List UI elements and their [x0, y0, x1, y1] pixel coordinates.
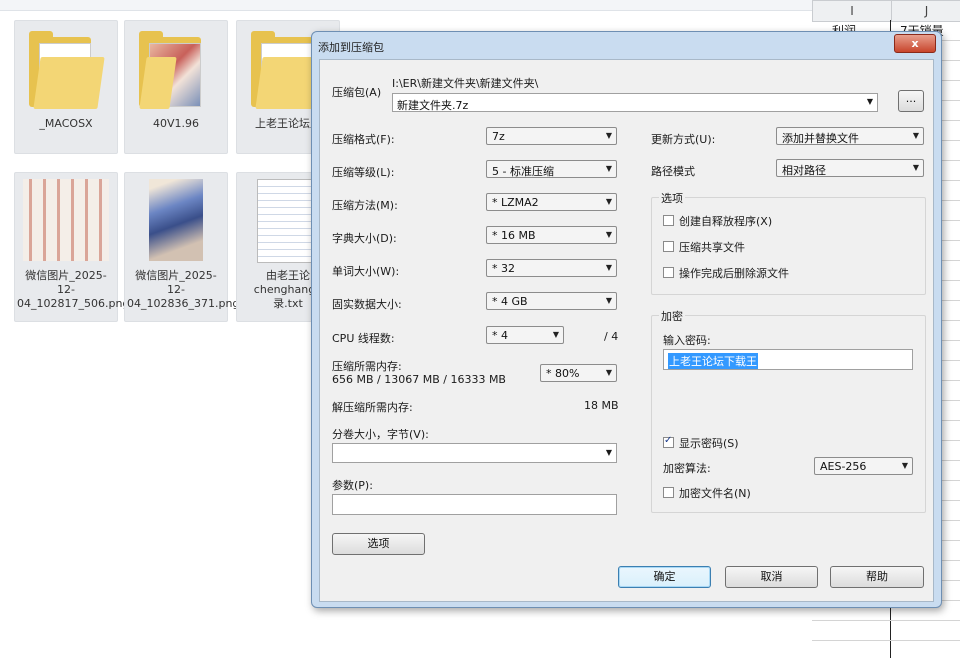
dictionary-label: 字典大小(D):: [332, 232, 397, 245]
encryption-group-title: 加密: [659, 308, 685, 324]
file-name: _MACOSX: [39, 117, 93, 130]
column-header-i[interactable]: I: [812, 0, 892, 22]
file-tile[interactable]: 微信图片_2025-12-04_102817_506.png: [14, 172, 130, 322]
explorer-top-strip: [0, 0, 812, 11]
file-name: 40V1.96: [152, 117, 199, 130]
add-to-archive-dialog: 添加到压缩包 x 压缩包(A) I:\ER\新建文件夹\新建文件夹\ 新建文件夹…: [311, 31, 942, 608]
update-mode-label: 更新方式(U):: [651, 133, 716, 146]
path-mode-label: 路径模式: [651, 165, 695, 178]
file-name: 微信图片_2025-12-04_102817_506.png: [17, 269, 130, 310]
column-header-j[interactable]: J: [891, 0, 960, 22]
cpu-value: * 4: [492, 329, 508, 342]
decompress-memory-label: 解压缩所需内存:: [332, 401, 413, 414]
close-button[interactable]: x: [894, 34, 936, 53]
update-mode-value: 添加并替换文件: [782, 132, 859, 145]
delete-source-checkbox[interactable]: [663, 267, 674, 278]
show-password-label[interactable]: 显示密码(S): [679, 435, 739, 451]
level-label: 压缩等级(L):: [332, 166, 395, 179]
encrypt-names-label[interactable]: 加密文件名(N): [679, 485, 751, 501]
format-select[interactable]: 7z ▼: [486, 127, 617, 145]
dialog-body: 压缩包(A) I:\ER\新建文件夹\新建文件夹\ 新建文件夹.7z ▼ ...…: [319, 59, 934, 602]
archive-name-value: 新建文件夹.7z: [397, 99, 469, 112]
path-mode-value: 相对路径: [782, 164, 826, 177]
file-name: 微信图片_2025-12-04_102836_371.png: [127, 269, 240, 310]
delete-source-label[interactable]: 操作完成后删除源文件: [679, 265, 789, 281]
split-size-input[interactable]: ▼: [332, 443, 617, 463]
path-mode-select[interactable]: 相对路径 ▼: [776, 159, 924, 177]
password-label: 输入密码:: [663, 334, 711, 347]
image-thumbnail-icon: [23, 179, 109, 261]
level-select[interactable]: 5 - 标准压缩 ▼: [486, 160, 617, 178]
chevron-down-icon: ▼: [605, 131, 612, 140]
help-button[interactable]: 帮助: [830, 566, 924, 588]
chevron-down-icon: ▼: [901, 461, 908, 470]
decompress-memory-value: 18 MB: [584, 399, 619, 412]
solid-size-select[interactable]: * 4 GB ▼: [486, 292, 617, 310]
memory-label: 压缩所需内存:: [332, 360, 402, 373]
format-value: 7z: [492, 130, 505, 143]
method-label: 压缩方法(M):: [332, 199, 398, 212]
chevron-down-icon: ▼: [552, 330, 559, 339]
chevron-down-icon: ▼: [912, 131, 919, 140]
chevron-down-icon: ▼: [605, 263, 612, 272]
password-input[interactable]: 上老王论坛下载王: [663, 349, 913, 370]
params-label: 参数(P):: [332, 479, 373, 492]
archive-label: 压缩包(A): [332, 86, 382, 99]
solid-size-value: * 4 GB: [492, 295, 528, 308]
solid-size-label: 固实数据大小:: [332, 298, 402, 311]
update-mode-select[interactable]: 添加并替换文件 ▼: [776, 127, 924, 145]
file-tile[interactable]: 微信图片_2025-12-04_102836_371.png: [124, 172, 240, 322]
folder-icon: [133, 27, 219, 109]
options-group-title: 选项: [659, 190, 685, 206]
chevron-down-icon[interactable]: ▼: [867, 97, 873, 106]
archive-name-input[interactable]: 新建文件夹.7z ▼: [392, 93, 878, 112]
method-select[interactable]: * LZMA2 ▼: [486, 193, 617, 211]
show-password-checkbox[interactable]: [663, 435, 674, 448]
dictionary-select[interactable]: * 16 MB ▼: [486, 226, 617, 244]
level-value: 5 - 标准压缩: [492, 165, 554, 178]
cancel-button[interactable]: 取消: [725, 566, 818, 588]
dictionary-value: * 16 MB: [492, 229, 536, 242]
split-label: 分卷大小，字节(V):: [332, 428, 429, 441]
encryption-method-value: AES-256: [820, 460, 867, 473]
chevron-down-icon: ▼: [605, 296, 612, 305]
params-input[interactable]: [332, 494, 617, 515]
memory-usage-select[interactable]: * 80% ▼: [540, 364, 617, 382]
word-size-select[interactable]: * 32 ▼: [486, 259, 617, 277]
cpu-total: / 4: [604, 330, 619, 343]
encryption-method-select[interactable]: AES-256 ▼: [814, 457, 913, 475]
method-value: * LZMA2: [492, 196, 539, 209]
encrypt-names-checkbox[interactable]: [663, 487, 674, 498]
file-tile[interactable]: 40V1.96: [124, 20, 228, 154]
chevron-down-icon[interactable]: ▼: [606, 448, 612, 457]
sfx-checkbox[interactable]: [663, 215, 674, 226]
folder-icon: [23, 27, 109, 109]
cpu-select[interactable]: * 4 ▼: [486, 326, 564, 344]
cpu-label: CPU 线程数:: [332, 332, 395, 345]
text-file-icon: [257, 179, 315, 263]
dialog-title: 添加到压缩包: [318, 41, 384, 54]
chevron-down-icon: ▼: [605, 230, 612, 239]
options-button[interactable]: 选项: [332, 533, 425, 555]
file-tile[interactable]: _MACOSX: [14, 20, 118, 154]
memory-detail: 656 MB / 13067 MB / 16333 MB: [332, 373, 506, 386]
browse-button[interactable]: ...: [898, 90, 924, 112]
chevron-down-icon: ▼: [605, 197, 612, 206]
chevron-down-icon: ▼: [605, 164, 612, 173]
format-label: 压缩格式(F):: [332, 133, 395, 146]
dialog-titlebar[interactable]: 添加到压缩包 x: [312, 32, 941, 58]
word-size-value: * 32: [492, 262, 515, 275]
memory-usage-value: * 80%: [546, 367, 580, 380]
password-value: 上老王论坛下载王: [668, 353, 758, 369]
chevron-down-icon: ▼: [605, 368, 612, 377]
encryption-method-label: 加密算法:: [663, 462, 711, 475]
shared-files-label[interactable]: 压缩共享文件: [679, 239, 745, 255]
chevron-down-icon: ▼: [912, 163, 919, 172]
ok-button[interactable]: 确定: [618, 566, 711, 588]
sfx-label[interactable]: 创建自释放程序(X): [679, 213, 772, 229]
word-size-label: 单词大小(W):: [332, 265, 400, 278]
image-thumbnail-icon: [149, 179, 203, 261]
shared-files-checkbox[interactable]: [663, 241, 674, 252]
archive-path: I:\ER\新建文件夹\新建文件夹\: [392, 77, 539, 90]
